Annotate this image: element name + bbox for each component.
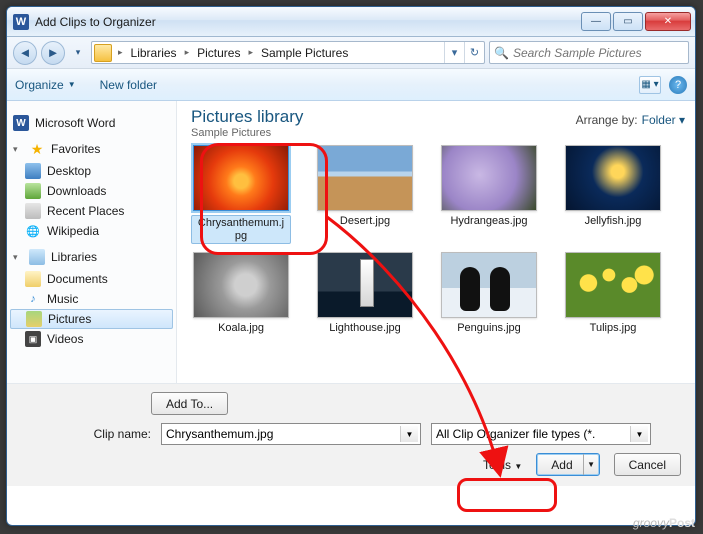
nav-back-button[interactable]: ◄	[13, 41, 37, 65]
pictures-icon	[26, 311, 42, 327]
view-mode-button[interactable]: ▦ ▾	[639, 76, 661, 94]
sidebar-item-videos[interactable]: ▣Videos	[7, 329, 176, 349]
file-type-value: All Clip Organizer file types (*.	[436, 427, 595, 441]
file-label: Tulips.jpg	[590, 322, 637, 335]
sidebar-item-word[interactable]: W Microsoft Word	[7, 113, 176, 133]
chevron-right-icon: ▸	[114, 47, 127, 58]
file-label: Penguins.jpg	[457, 322, 521, 335]
thumbnail-icon	[565, 145, 661, 211]
new-folder-button[interactable]: New folder	[100, 78, 157, 92]
music-icon: ♪	[25, 291, 41, 307]
word-app-icon: W	[13, 14, 29, 30]
file-item-chrysanthemum[interactable]: Chrysanthemum.jpg	[191, 145, 291, 244]
file-label: Lighthouse.jpg	[329, 322, 401, 335]
file-label: Jellyfish.jpg	[585, 215, 642, 228]
breadcrumb-libraries[interactable]: Libraries	[127, 46, 181, 60]
file-item-koala[interactable]: Koala.jpg	[191, 252, 291, 335]
thumbnail-icon	[317, 252, 413, 318]
nav-bar: ◄ ► ▾ ▸ Libraries ▸ Pictures ▸ Sample Pi…	[7, 37, 695, 69]
sidebar-item-desktop[interactable]: Desktop	[7, 161, 176, 181]
file-item-hydrangeas[interactable]: Hydrangeas.jpg	[439, 145, 539, 244]
search-box[interactable]: 🔍	[489, 41, 689, 64]
help-icon[interactable]: ?	[669, 76, 687, 94]
nav-forward-button[interactable]: ►	[41, 41, 65, 65]
star-icon: ★	[29, 141, 45, 157]
thumbnail-icon	[441, 145, 537, 211]
file-item-lighthouse[interactable]: Lighthouse.jpg	[315, 252, 415, 335]
downloads-icon	[25, 183, 41, 199]
word-icon: W	[13, 115, 29, 131]
thumbnail-icon	[193, 252, 289, 318]
desktop-icon	[25, 163, 41, 179]
file-item-tulips[interactable]: Tulips.jpg	[563, 252, 663, 335]
file-label: Hydrangeas.jpg	[450, 215, 527, 228]
search-icon: 🔍	[494, 46, 509, 60]
refresh-button[interactable]: ↻	[464, 42, 484, 63]
toolbar: Organize ▼ New folder ▦ ▾ ?	[7, 69, 695, 101]
arrange-label: Arrange by:	[576, 113, 638, 127]
library-subtitle: Sample Pictures	[191, 127, 303, 139]
breadcrumb-dropdown-button[interactable]: ▾	[444, 42, 464, 63]
file-grid: Chrysanthemum.jpg Desert.jpg Hydrangeas.…	[191, 145, 685, 335]
file-item-desert[interactable]: Desert.jpg	[315, 145, 415, 244]
globe-icon: 🌐	[25, 223, 41, 239]
thumbnail-icon	[565, 252, 661, 318]
dropdown-icon[interactable]: ▼	[630, 426, 648, 442]
sidebar: W Microsoft Word ▾ ★ Favorites Desktop D…	[7, 101, 177, 383]
arrange-by[interactable]: Arrange by: Folder ▾	[576, 113, 685, 127]
tools-menu[interactable]: Tools ▼	[483, 458, 522, 472]
sidebar-item-pictures[interactable]: Pictures	[10, 309, 173, 329]
watermark: groovyPost	[633, 515, 695, 530]
file-label: Chrysanthemum.jpg	[191, 215, 291, 244]
thumbnail-icon	[441, 252, 537, 318]
collapse-icon: ▾	[13, 252, 23, 263]
folder-icon	[94, 44, 112, 62]
search-input[interactable]	[513, 46, 684, 60]
title-bar: W Add Clips to Organizer — ▭ ✕	[7, 7, 695, 37]
chevron-right-icon: ▸	[181, 47, 194, 58]
nav-history-dropdown[interactable]: ▾	[69, 42, 87, 64]
sidebar-group-favorites[interactable]: ▾ ★ Favorites	[7, 139, 176, 159]
libraries-icon	[29, 249, 45, 265]
file-label: Desert.jpg	[340, 215, 390, 228]
thumbnail-icon	[317, 145, 413, 211]
file-type-combo[interactable]: All Clip Organizer file types (*. ▼	[431, 423, 651, 445]
breadcrumb-pictures[interactable]: Pictures	[193, 46, 244, 60]
videos-icon: ▣	[25, 331, 41, 347]
recent-icon	[25, 203, 41, 219]
content-pane: Pictures library Sample Pictures Arrange…	[177, 101, 695, 383]
thumbnail-icon	[193, 145, 289, 211]
maximize-button[interactable]: ▭	[613, 12, 643, 31]
file-label: Koala.jpg	[218, 322, 264, 335]
breadcrumb-bar[interactable]: ▸ Libraries ▸ Pictures ▸ Sample Pictures…	[91, 41, 485, 64]
library-title: Pictures library	[191, 107, 303, 127]
sidebar-item-music[interactable]: ♪Music	[7, 289, 176, 309]
add-button[interactable]: Add ▼	[536, 453, 599, 476]
cancel-button[interactable]: Cancel	[614, 453, 681, 476]
add-to-button[interactable]: Add To...	[151, 392, 228, 415]
clip-name-value: Chrysanthemum.jpg	[166, 427, 273, 441]
documents-icon	[25, 271, 41, 287]
clip-name-label: Clip name:	[21, 427, 151, 441]
organize-menu[interactable]: Organize ▼	[15, 78, 76, 92]
sidebar-group-libraries[interactable]: ▾ Libraries	[7, 247, 176, 267]
clip-name-combo[interactable]: Chrysanthemum.jpg ▼	[161, 423, 421, 445]
sidebar-item-documents[interactable]: Documents	[7, 269, 176, 289]
window-title: Add Clips to Organizer	[35, 15, 579, 29]
breadcrumb-sample-pictures[interactable]: Sample Pictures	[257, 46, 352, 60]
sidebar-item-wikipedia[interactable]: 🌐Wikipedia	[7, 221, 176, 241]
close-button[interactable]: ✕	[645, 12, 691, 31]
arrange-value[interactable]: Folder ▾	[642, 113, 685, 127]
file-item-penguins[interactable]: Penguins.jpg	[439, 252, 539, 335]
add-dropdown-icon[interactable]: ▼	[583, 454, 599, 475]
sidebar-item-recent[interactable]: Recent Places	[7, 201, 176, 221]
chevron-right-icon: ▸	[244, 47, 257, 58]
sidebar-item-downloads[interactable]: Downloads	[7, 181, 176, 201]
file-item-jellyfish[interactable]: Jellyfish.jpg	[563, 145, 663, 244]
dropdown-icon[interactable]: ▼	[400, 426, 418, 442]
collapse-icon: ▾	[13, 144, 23, 155]
bottom-panel: Add To... Clip name: Chrysanthemum.jpg ▼…	[7, 383, 695, 486]
minimize-button[interactable]: —	[581, 12, 611, 31]
